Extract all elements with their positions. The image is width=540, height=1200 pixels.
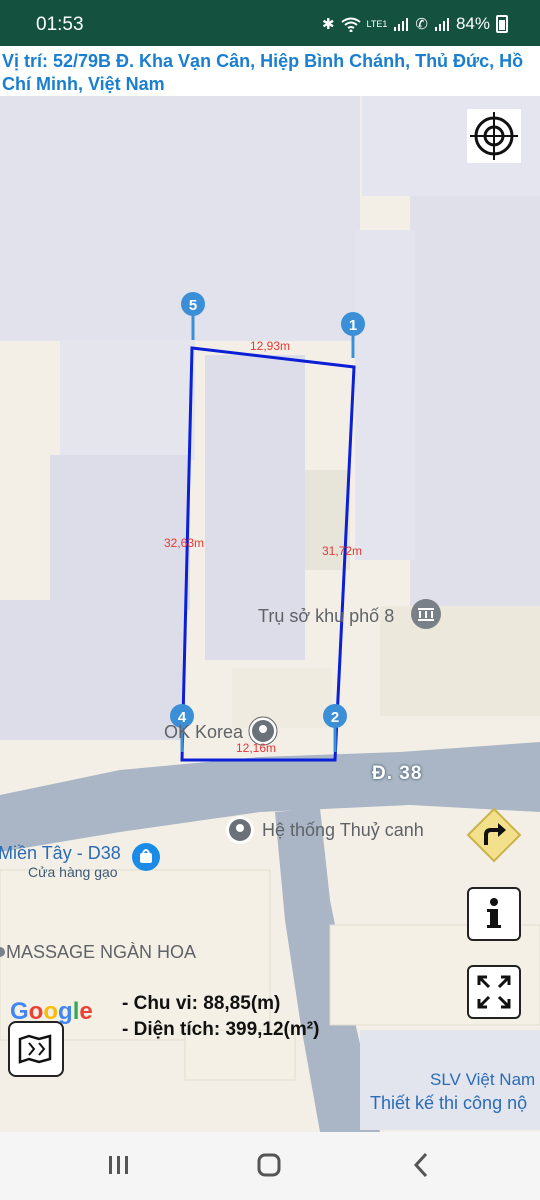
map-layers-button[interactable] bbox=[8, 1021, 64, 1077]
battery-icon bbox=[496, 15, 508, 33]
fullscreen-button[interactable] bbox=[467, 965, 521, 1019]
building bbox=[355, 230, 415, 560]
network-type: LTE1 bbox=[366, 19, 388, 29]
bluetooth-icon: ✱ bbox=[321, 15, 335, 33]
wifi-icon bbox=[340, 17, 361, 32]
poi-label-massage[interactable]: MASSAGE NGÀN HOA bbox=[6, 942, 196, 963]
poi-label-thuy-canh[interactable]: Hệ thống Thuỷ canh bbox=[262, 820, 424, 841]
call-icon: ✆ bbox=[415, 15, 428, 33]
system-nav-bar bbox=[0, 1132, 540, 1200]
info-icon bbox=[487, 898, 501, 928]
marker-label: 2 bbox=[331, 709, 339, 726]
edge-length-left: 32,63m bbox=[164, 536, 205, 550]
map-layers-icon bbox=[18, 1034, 52, 1064]
recent-apps-icon[interactable] bbox=[106, 1150, 132, 1180]
poi-label-slv[interactable]: SLV Việt Nam bbox=[430, 1070, 535, 1090]
edge-length-top: 12,93m bbox=[250, 339, 291, 353]
location-address: Vị trí: 52/79B Đ. Kha Vạn Cân, Hiệp Bình… bbox=[2, 51, 524, 94]
building bbox=[50, 455, 190, 610]
edge-length-bottom: 12,16m bbox=[236, 741, 277, 755]
status-icons: ✱ LTE1 ✆ 84% bbox=[322, 14, 508, 34]
fullscreen-icon bbox=[477, 975, 511, 1009]
perimeter-text: - Chu vi: 88,85(m) bbox=[122, 993, 281, 1014]
info-button[interactable] bbox=[467, 887, 521, 941]
status-bar: 01:53 ✱ LTE1 ✆ 84% bbox=[0, 0, 540, 46]
turn-right-icon bbox=[466, 807, 522, 863]
battery-percent: 84% bbox=[455, 14, 490, 33]
building bbox=[410, 196, 540, 606]
building bbox=[0, 96, 360, 341]
signal-icon-2 bbox=[434, 18, 449, 31]
map-view[interactable]: 1 2 4 5 12,93m 32,63m 31,72m 12,16m Trụ … bbox=[0, 96, 540, 1132]
marker-label: 5 bbox=[189, 297, 197, 314]
crosshair-icon bbox=[470, 112, 518, 160]
poi-sublabel-cua-hang: Cửa hàng gạo bbox=[28, 864, 118, 880]
road-label-d38: Đ. 38 bbox=[372, 763, 423, 784]
google-logo: Google bbox=[10, 998, 93, 1025]
route-button[interactable] bbox=[466, 807, 522, 863]
poi-label-thiet-ke[interactable]: Thiết kế thi công nộ bbox=[370, 1093, 527, 1114]
poi-pin-shopping-icon[interactable] bbox=[132, 843, 160, 871]
back-icon[interactable] bbox=[408, 1150, 434, 1180]
signal-icon bbox=[394, 18, 409, 31]
edge-length-right: 31,72m bbox=[322, 544, 363, 558]
poi-label-korea[interactable]: OK Korea bbox=[164, 722, 243, 743]
poi-label-mien-tay[interactable]: Miền Tây - D38 bbox=[0, 843, 121, 864]
my-location-button[interactable] bbox=[467, 109, 521, 163]
building bbox=[0, 600, 185, 740]
poi-label-tru-so[interactable]: Trụ sở khu phố 8 bbox=[258, 606, 394, 627]
area-text: - Diện tích: 399,12(m²) bbox=[122, 1019, 320, 1040]
address-bar: Vị trí: 52/79B Đ. Kha Vạn Cân, Hiệp Bình… bbox=[0, 46, 540, 96]
plot-stats: - Chu vi: 88,85(m) - Diện tích: 399,12(m… bbox=[122, 991, 319, 1043]
building bbox=[232, 668, 332, 728]
marker-label: 1 bbox=[349, 317, 357, 334]
home-icon[interactable] bbox=[256, 1150, 282, 1180]
building bbox=[60, 340, 195, 460]
poi-pin-thuy-canh-icon[interactable] bbox=[226, 816, 254, 844]
clock: 01:53 bbox=[36, 14, 84, 35]
poi-pin-government-icon[interactable] bbox=[411, 599, 441, 629]
building bbox=[380, 606, 540, 716]
